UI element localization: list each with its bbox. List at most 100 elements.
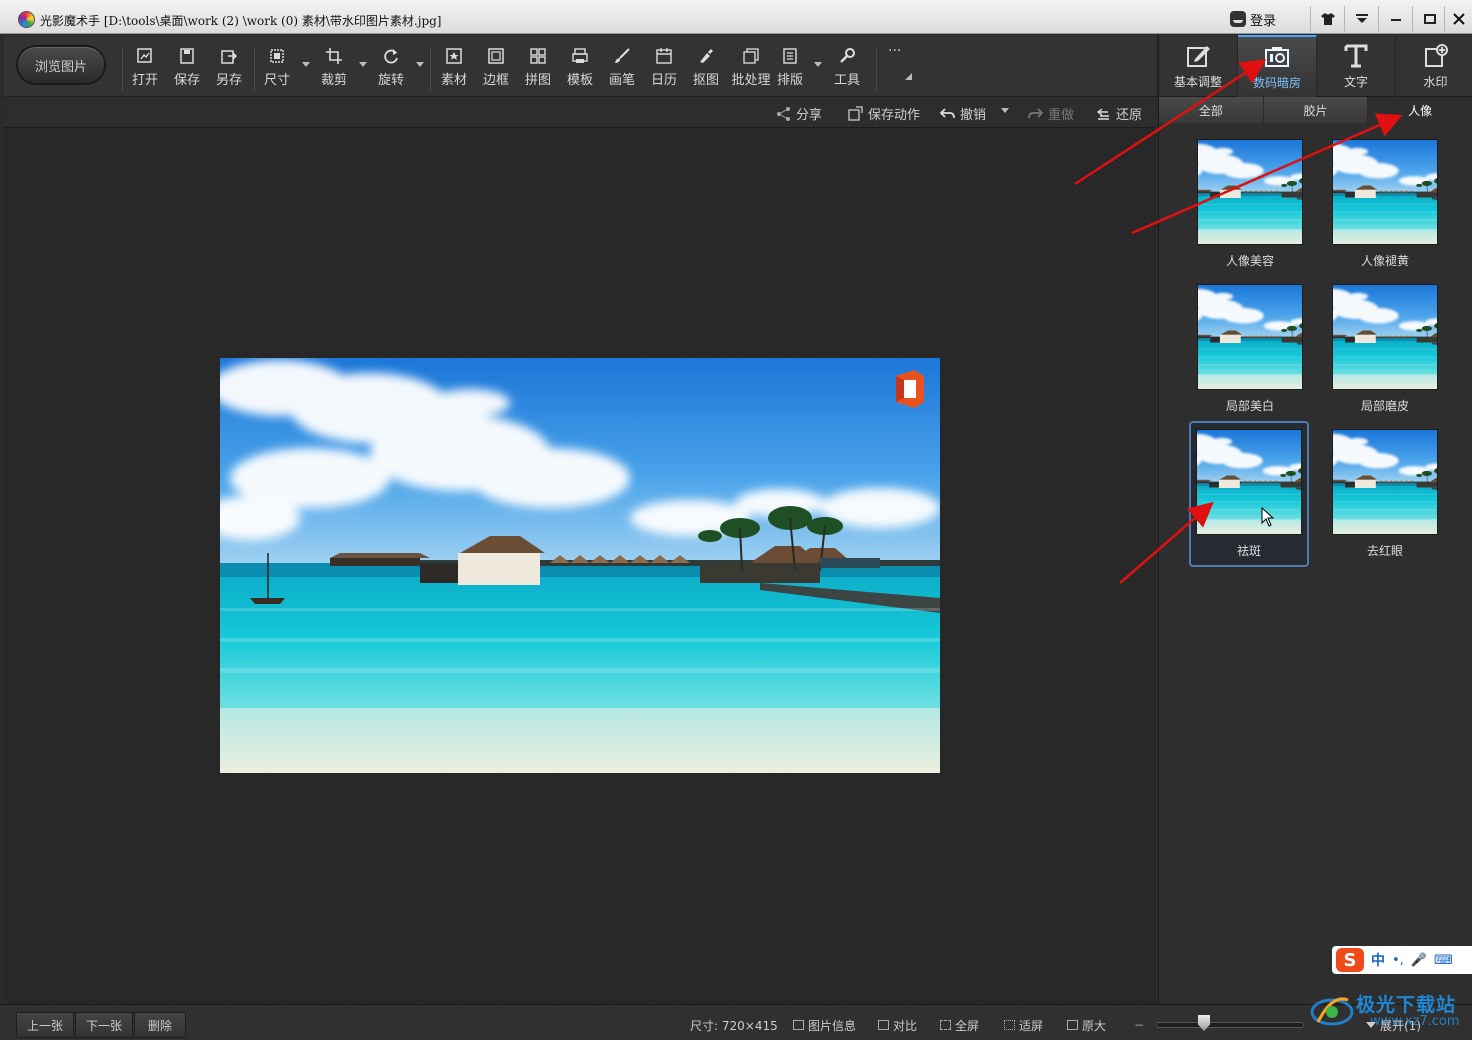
zoom-slider[interactable] [1156, 1022, 1304, 1028]
original-size-label: 原大 [1082, 1018, 1107, 1033]
maximize-icon [1423, 14, 1436, 24]
save-button[interactable]: 保存 [167, 47, 207, 91]
fullscreen-label: 全屏 [955, 1018, 980, 1033]
crop-label: 裁剪 [320, 73, 347, 88]
restore-button[interactable]: 还原 [1096, 103, 1142, 123]
collage-label: 拼图 [524, 73, 551, 88]
border-button[interactable]: 边框 [476, 47, 516, 91]
template-button[interactable]: 模板 [560, 47, 600, 91]
current-photo [220, 358, 940, 773]
original-size-button[interactable]: 原大 [1067, 1016, 1106, 1034]
undo-button[interactable]: 撤销 [940, 103, 986, 123]
site-logo-icon [1310, 997, 1354, 1026]
subtab-film[interactable]: 胶片 [1263, 97, 1369, 123]
fit-screen-button[interactable]: 适屏 [1004, 1016, 1043, 1034]
effect-portrait-deyellow[interactable]: 人像褪黄 [1326, 133, 1444, 275]
text-icon [1343, 43, 1369, 69]
previous-image-button[interactable]: 上一张 [16, 1012, 75, 1038]
effect-thumbnail-image [1198, 285, 1302, 389]
minimize-button[interactable] [1378, 6, 1412, 32]
border-icon [487, 47, 505, 65]
layout-button[interactable]: 排版 [770, 47, 810, 91]
redo-icon [1028, 107, 1043, 118]
effect-label: 人像美容 [1225, 254, 1274, 268]
image-info-button[interactable]: 图片信息 [793, 1016, 856, 1034]
brush-button[interactable]: 画笔 [602, 47, 642, 91]
effect-red-eye[interactable]: 去红眼 [1326, 423, 1444, 565]
redo-button[interactable]: 重做 [1028, 103, 1074, 123]
sogou-logo-icon: S [1336, 948, 1364, 972]
crop-icon [325, 47, 343, 65]
next-image-button[interactable]: 下一张 [75, 1012, 134, 1038]
rotate-dropdown-icon[interactable] [416, 62, 424, 67]
calendar-icon [655, 47, 673, 65]
save-as-button[interactable]: 另存 [209, 47, 249, 91]
redo-label: 重做 [1048, 107, 1075, 123]
material-button[interactable]: 素材 [434, 47, 474, 91]
tab-watermark[interactable]: 水印 [1396, 35, 1472, 97]
collage-button[interactable]: 拼图 [518, 47, 558, 91]
cutout-label: 抠图 [692, 73, 719, 88]
open-label: 打开 [131, 73, 158, 88]
ime-punct-icon[interactable]: •, [1392, 953, 1404, 968]
delete-image-button[interactable]: 删除 [134, 1012, 186, 1038]
more-icon: ··· [888, 43, 902, 59]
microphone-icon[interactable]: 🎤 [1411, 953, 1427, 968]
tools-button[interactable]: 工具 [827, 47, 867, 91]
skin-button[interactable] [1310, 6, 1344, 32]
share-button[interactable]: 分享 [776, 103, 822, 123]
effect-thumbnail-image [1333, 430, 1437, 534]
tab-digital-darkroom[interactable]: 数码暗房 [1238, 35, 1317, 97]
crop-dropdown-icon[interactable] [359, 62, 367, 67]
ime-mode-label[interactable]: 中 [1371, 950, 1385, 970]
resize-button[interactable]: 尺寸 [257, 47, 297, 91]
expand-button[interactable]: 展开(1) [1366, 1016, 1421, 1034]
maximize-button[interactable] [1412, 6, 1446, 32]
image-canvas[interactable] [4, 128, 1156, 1004]
calendar-button[interactable]: 日历 [644, 47, 684, 91]
layout-dropdown-icon[interactable] [814, 62, 822, 67]
undo-dropdown-icon[interactable] [1001, 108, 1009, 113]
expand-triangle-icon [1366, 1022, 1376, 1028]
menu-button[interactable] [1344, 6, 1378, 32]
share-icon [777, 106, 790, 121]
restore-label: 还原 [1116, 107, 1143, 123]
subtab-portrait[interactable]: 人像 [1368, 97, 1472, 123]
batch-button[interactable]: 批处理 [728, 47, 774, 91]
cutout-button[interactable]: 抠图 [686, 47, 726, 91]
keyboard-icon[interactable]: ⌨ [1434, 953, 1453, 968]
effect-label: 局部美白 [1225, 399, 1274, 413]
open-icon [136, 47, 154, 65]
save-icon [178, 47, 196, 65]
rotate-button[interactable]: 旋转 [371, 47, 411, 91]
batch-icon [742, 47, 760, 65]
tab-basic-adjust[interactable]: 基本调整 [1159, 35, 1238, 97]
resize-dropdown-icon[interactable] [302, 62, 310, 67]
original-size-icon [1067, 1020, 1078, 1030]
login-button[interactable]: 登录 [1230, 8, 1308, 30]
toolbar-divider [122, 47, 123, 91]
browse-images-button[interactable]: 浏览图片 [16, 45, 106, 85]
subtab-all[interactable]: 全部 [1159, 97, 1264, 123]
crop-button[interactable]: 裁剪 [314, 47, 354, 91]
ime-toolbar[interactable]: S 中 •, 🎤 ⌨ [1332, 946, 1472, 974]
open-button[interactable]: 打开 [125, 47, 165, 91]
effect-category-tabs: 全部 胶片 人像 [1159, 97, 1472, 123]
effect-remove-spots[interactable]: 祛斑 [1189, 421, 1309, 567]
zoom-slider-handle[interactable] [1198, 1015, 1210, 1031]
fullscreen-button[interactable]: 全屏 [940, 1016, 979, 1034]
rotate-label: 旋转 [377, 73, 404, 88]
compare-button[interactable]: 对比 [878, 1016, 917, 1034]
brush-label: 画笔 [608, 73, 635, 88]
image-size-readout: 尺寸: 720×415 [690, 1016, 778, 1034]
tab-text[interactable]: 文字 [1317, 35, 1396, 97]
effect-portrait-beauty[interactable]: 人像美容 [1191, 133, 1309, 275]
material-icon [445, 47, 463, 65]
save-action-button[interactable]: 保存动作 [848, 103, 920, 123]
close-button[interactable] [1444, 6, 1472, 32]
effect-local-whitening[interactable]: 局部美白 [1191, 278, 1309, 420]
more-tools-button[interactable]: ··· [888, 43, 916, 83]
zoom-out-button[interactable]: − [1134, 1016, 1144, 1034]
layout-label: 排版 [776, 73, 803, 88]
effect-local-smoothing[interactable]: 局部磨皮 [1326, 278, 1444, 420]
